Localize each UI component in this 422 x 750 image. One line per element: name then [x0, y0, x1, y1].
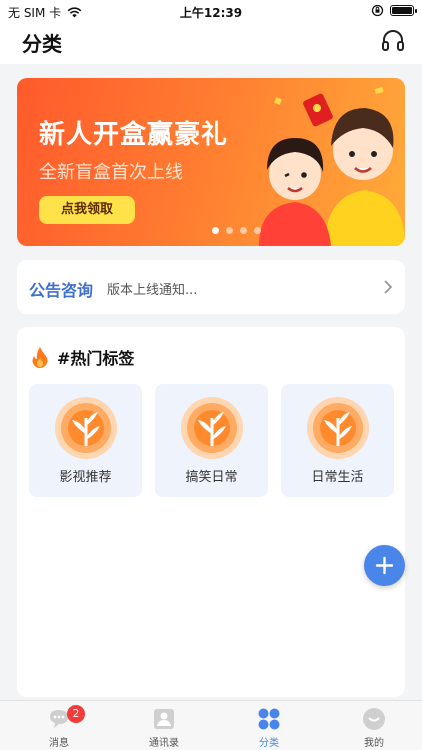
hot-tag-item[interactable]: 搞笑日常 — [155, 384, 268, 497]
tab-contacts[interactable]: 通讯录 — [124, 705, 204, 749]
rotation-lock-icon — [371, 4, 384, 17]
page-title: 分类 — [22, 32, 62, 56]
notice-bar[interactable]: 公告咨询 版本上线通知... — [17, 260, 405, 314]
banner-pagination — [17, 227, 405, 234]
tab-category[interactable]: 分类 — [229, 705, 309, 749]
hot-tag-label: 影视推荐 — [59, 470, 112, 485]
pagination-dot[interactable] — [239, 227, 247, 234]
hot-tag-item[interactable]: 影视推荐 — [29, 384, 142, 497]
unread-badge: 2 — [67, 705, 85, 723]
hot-tag-label: 搞笑日常 — [185, 470, 238, 485]
hot-tags-list: 影视推荐 搞笑日常 日常生活 — [29, 384, 394, 497]
claim-button[interactable]: 点我领取 — [39, 196, 135, 224]
banner-subtitle: 全新盲盒首次上线 — [39, 162, 183, 183]
plus-icon — [375, 556, 394, 575]
pagination-dot[interactable] — [253, 227, 261, 234]
banner-title: 新人开盒赢豪礼 — [39, 120, 229, 150]
hot-tags-title: #热门标签 — [57, 349, 135, 368]
header: 分类 — [0, 22, 422, 64]
banner-illustration — [259, 87, 405, 246]
hot-tags-card: #热门标签 影视推荐 搞笑日常 日常生活 — [17, 327, 405, 697]
notice-text: 版本上线通知... — [107, 283, 198, 298]
category-icon — [258, 708, 280, 730]
tab-bar: 2 消息 通讯录 分类 我的 — [0, 700, 422, 750]
tab-label: 通讯录 — [149, 738, 179, 749]
pagination-dot[interactable] — [225, 227, 233, 234]
promo-banner[interactable]: 新人开盒赢豪礼 全新盲盒首次上线 点我领取 — [17, 78, 405, 246]
tab-label: 分类 — [259, 738, 279, 749]
hot-tag-label: 日常生活 — [311, 470, 364, 485]
hot-tags-header: #热门标签 — [31, 345, 134, 369]
add-button[interactable] — [364, 545, 405, 586]
tab-label: 我的 — [364, 738, 384, 749]
status-right — [371, 4, 417, 17]
tab-profile[interactable]: 我的 — [334, 705, 414, 749]
tab-label: 消息 — [49, 738, 69, 749]
leaf-badge-icon — [307, 397, 369, 459]
contacts-icon — [154, 709, 174, 729]
chevron-right-icon — [384, 280, 393, 294]
pagination-dot[interactable] — [211, 227, 219, 234]
leaf-badge-icon — [181, 397, 243, 459]
status-bar: 无 SIM 卡 上午12:39 — [0, 0, 422, 22]
battery-icon — [390, 5, 417, 16]
notice-label: 公告咨询 — [29, 281, 94, 300]
headset-icon[interactable] — [380, 28, 406, 54]
profile-icon — [363, 708, 385, 730]
status-time: 上午12:39 — [179, 6, 243, 20]
leaf-badge-icon — [55, 397, 117, 459]
fire-icon — [32, 347, 48, 368]
hot-tag-item[interactable]: 日常生活 — [281, 384, 394, 497]
tab-messages[interactable]: 2 消息 — [19, 705, 99, 749]
